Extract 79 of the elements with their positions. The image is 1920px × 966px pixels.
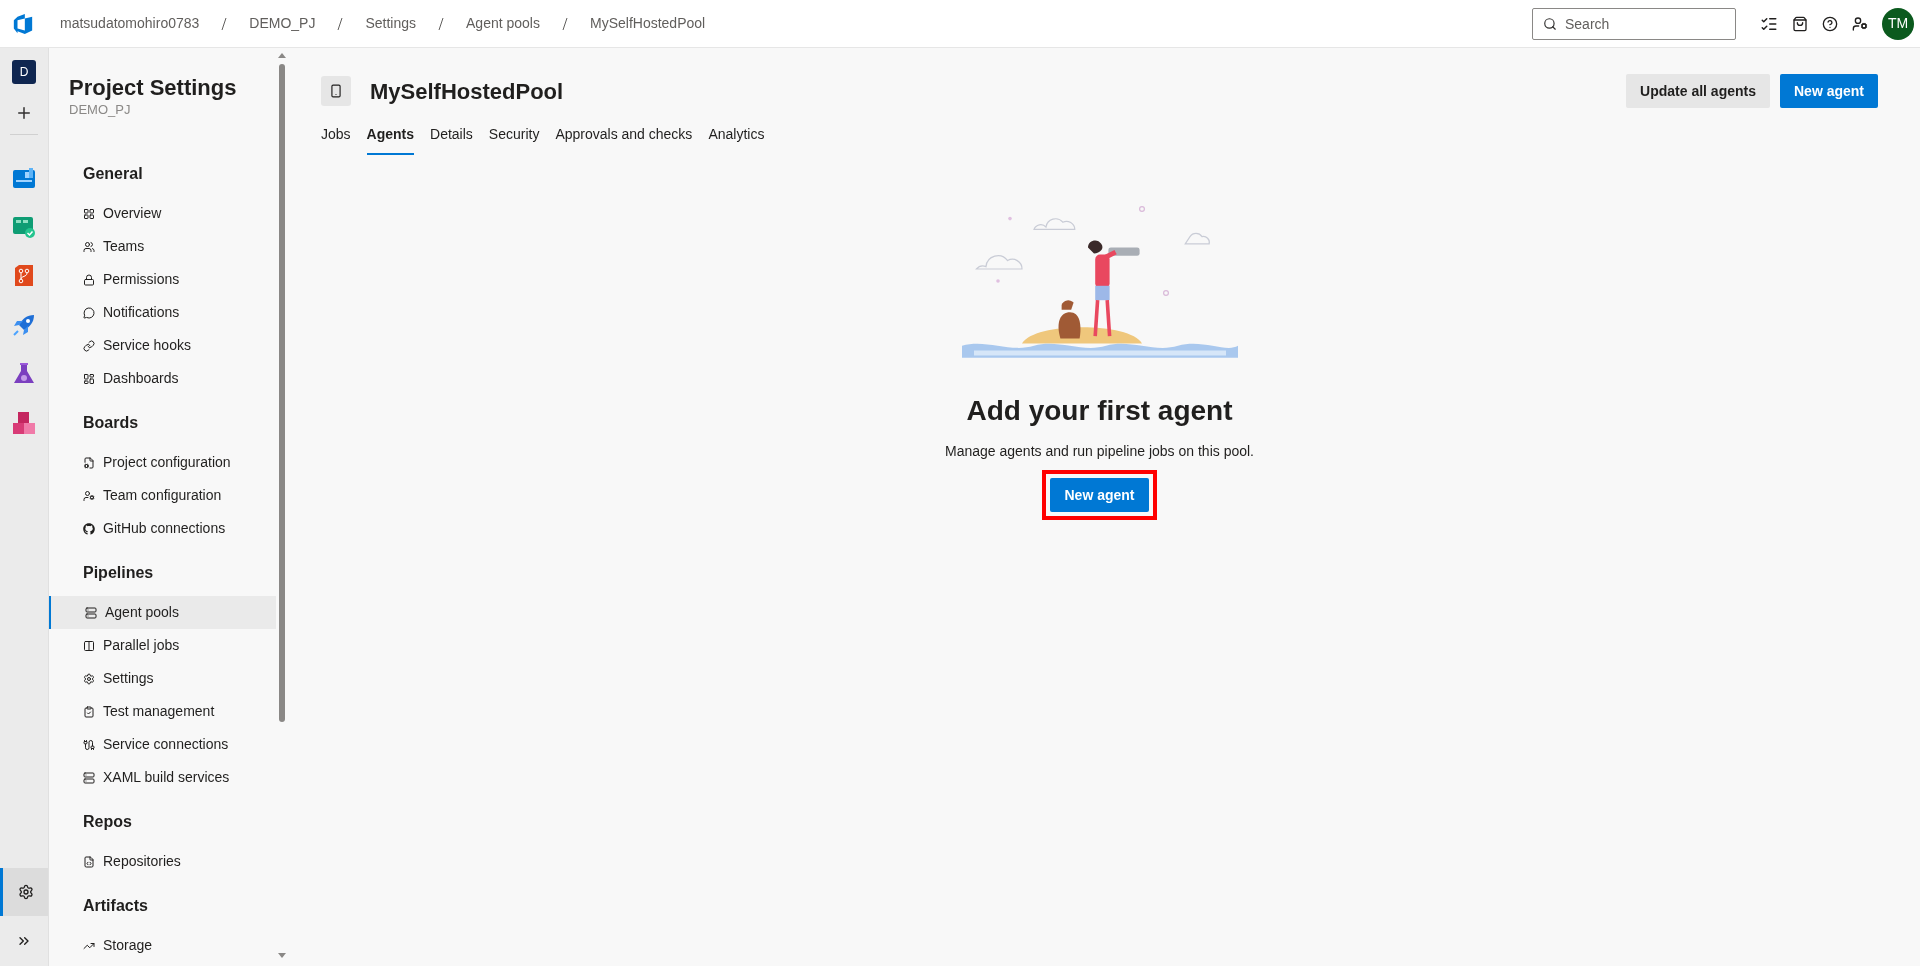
cable-icon bbox=[83, 738, 95, 751]
nav-item[interactable]: Permissions bbox=[49, 263, 276, 296]
dashboard-icon bbox=[83, 372, 95, 385]
plus-icon[interactable] bbox=[15, 104, 33, 122]
tab[interactable]: Details bbox=[430, 115, 473, 155]
tab[interactable]: Security bbox=[488, 115, 540, 155]
sidebar-subtitle: DEMO_PJ bbox=[69, 102, 132, 118]
rocket-app-icon[interactable] bbox=[12, 312, 36, 337]
header-button[interactable]: New agent bbox=[1780, 74, 1878, 108]
grid-icon bbox=[83, 207, 95, 220]
nav-item[interactable]: Service hooks bbox=[49, 329, 276, 362]
nav-item[interactable]: Repositories bbox=[49, 845, 276, 878]
server-icon bbox=[85, 606, 97, 619]
section-heading: General bbox=[83, 164, 144, 184]
code-file-icon bbox=[83, 855, 95, 868]
clipboard-check-icon bbox=[83, 705, 95, 718]
section-heading: Artifacts bbox=[83, 896, 149, 916]
breadcrumb-separator-icon bbox=[337, 16, 344, 31]
nav-item[interactable]: Teams bbox=[49, 230, 276, 263]
breadcrumb-link[interactable]: Agent pools bbox=[466, 13, 540, 34]
nav-item[interactable]: Settings bbox=[49, 662, 276, 695]
board-check-app-icon[interactable] bbox=[12, 214, 36, 239]
people-icon bbox=[83, 240, 95, 253]
nav-item[interactable]: Notifications bbox=[49, 296, 276, 329]
nav-item[interactable]: Parallel jobs bbox=[49, 629, 276, 662]
breadcrumb-link[interactable]: MySelfHostedPool bbox=[590, 13, 706, 34]
nav-item[interactable]: XAML build services bbox=[49, 761, 276, 794]
repos-app-icon[interactable] bbox=[12, 263, 36, 288]
help-icon[interactable] bbox=[1822, 15, 1838, 32]
settings-rail-item[interactable] bbox=[0, 868, 48, 916]
nav-item[interactable]: Project configuration bbox=[49, 446, 276, 479]
pool-title: MySelfHostedPool bbox=[370, 77, 564, 106]
search-icon bbox=[1543, 16, 1557, 31]
breadcrumb-separator-icon bbox=[438, 16, 445, 31]
user-settings-icon[interactable] bbox=[1852, 15, 1868, 32]
empty-state-message: Manage agents and run pipeline jobs on this pool. bbox=[945, 442, 1254, 461]
sidebar-title: Project Settings bbox=[69, 74, 238, 102]
breadcrumb-separator-icon bbox=[562, 16, 568, 31]
tab[interactable]: Analytics bbox=[708, 115, 765, 155]
bag-icon[interactable] bbox=[1792, 15, 1808, 32]
tab[interactable]: Approvals and checks bbox=[555, 115, 693, 155]
org-tile[interactable]: D bbox=[12, 60, 36, 84]
github-icon bbox=[83, 522, 95, 535]
empty-state-heading: Add your first agent bbox=[966, 394, 1233, 428]
logo-icon[interactable] bbox=[12, 12, 34, 35]
breadcrumb-link[interactable]: Settings bbox=[365, 13, 417, 34]
header-button[interactable]: Update all agents bbox=[1626, 74, 1770, 108]
link-icon bbox=[83, 339, 95, 352]
columns-icon bbox=[83, 639, 95, 652]
settings-icon bbox=[17, 884, 34, 900]
search-field[interactable]: Search bbox=[1532, 7, 1736, 40]
section-heading: Repos bbox=[83, 812, 133, 832]
document-gear-icon bbox=[83, 456, 95, 469]
user-avatar[interactable]: TM bbox=[1882, 7, 1914, 40]
nav-item[interactable]: Service connections bbox=[49, 728, 276, 761]
nav-item[interactable]: Overview bbox=[49, 197, 276, 230]
boxes-app-icon[interactable] bbox=[12, 410, 36, 435]
tab[interactable]: Jobs bbox=[321, 115, 351, 155]
people-gear-icon bbox=[83, 489, 95, 502]
breadcrumb-link[interactable]: DEMO_PJ bbox=[249, 13, 316, 34]
boards-app-icon[interactable] bbox=[12, 165, 36, 190]
breadcrumb-separator-icon bbox=[221, 16, 228, 31]
chat-bubble-icon bbox=[83, 306, 95, 319]
section-heading: Boards bbox=[83, 413, 140, 433]
lock-icon bbox=[83, 273, 95, 286]
flask-app-icon[interactable] bbox=[12, 361, 36, 386]
nav-item[interactable]: Storage bbox=[49, 929, 276, 962]
breadcrumb-link[interactable]: matsudatomohiro0783 bbox=[60, 13, 200, 34]
settings-icon bbox=[83, 672, 95, 685]
nav-item[interactable]: GitHub connections bbox=[49, 512, 276, 545]
nav-item[interactable]: Team configuration bbox=[49, 479, 276, 512]
new-agent-button[interactable]: New agent bbox=[1050, 478, 1149, 512]
section-heading: Pipelines bbox=[83, 563, 155, 583]
nav-item[interactable]: Dashboards bbox=[49, 362, 276, 395]
server-icon bbox=[83, 771, 95, 784]
tab[interactable]: Agents bbox=[366, 115, 415, 155]
nav-item[interactable]: Agent pools bbox=[49, 596, 276, 629]
nav-item[interactable]: Test management bbox=[49, 695, 276, 728]
device-icon bbox=[329, 84, 343, 98]
